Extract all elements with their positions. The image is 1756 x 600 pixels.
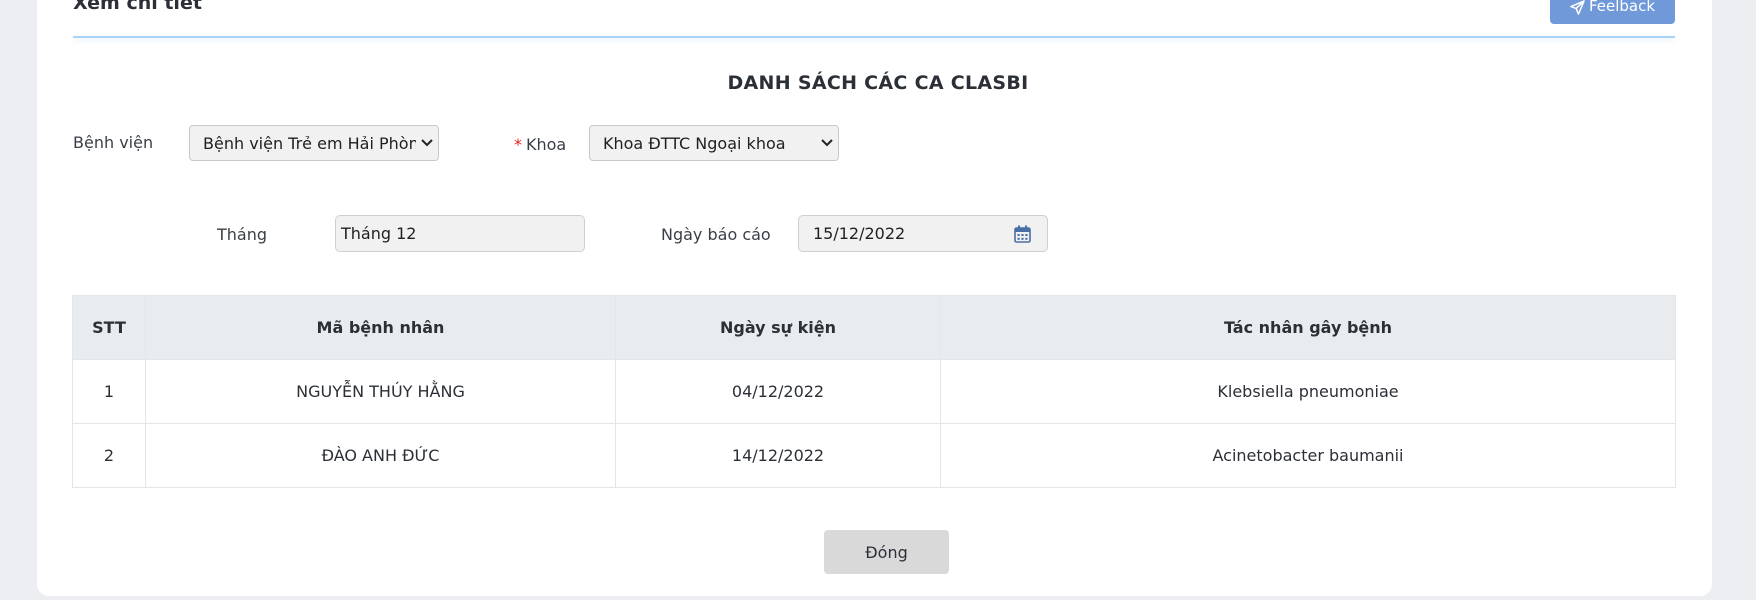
header-divider (73, 36, 1675, 38)
section-title: DANH SÁCH CÁC CA CLASBI (727, 72, 1029, 94)
department-select-value: Khoa ĐTTC Ngoại khoa (603, 133, 786, 153)
department-label: * Khoa (514, 135, 566, 154)
cell-event-date: 14/12/2022 (615, 423, 941, 488)
department-select[interactable]: Khoa ĐTTC Ngoại khoa (589, 125, 839, 161)
hospital-select[interactable]: Bệnh viện Trẻ em Hải Phòng (189, 125, 439, 161)
report-date-value: 15/12/2022 (813, 224, 906, 243)
cell-event-date: 04/12/2022 (615, 359, 941, 424)
page-title: Xem chi tiết (73, 0, 202, 14)
table-row: 2 ĐÀO ANH ĐỨC 14/12/2022 Acinetobacter b… (72, 423, 1676, 488)
cell-stt: 1 (72, 359, 146, 424)
chevron-down-icon (816, 139, 838, 147)
required-indicator: * (514, 135, 522, 154)
hospital-select-value: Bệnh viện Trẻ em Hải Phòng (203, 133, 416, 153)
table-row: 1 NGUYỄN THÚY HẰNG 04/12/2022 Klebsiella… (72, 359, 1676, 424)
cell-stt: 2 (72, 423, 146, 488)
column-header-stt: STT (72, 295, 146, 360)
calendar-icon[interactable] (1014, 225, 1031, 247)
table-header-row: STT Mã bệnh nhân Ngày sự kiện Tác nhân g… (72, 295, 1676, 360)
send-icon (1570, 0, 1585, 15)
column-header-pathogen: Tác nhân gây bệnh (940, 295, 1676, 360)
feedback-button-label: Feelback (1588, 0, 1656, 15)
cell-patient-code: NGUYỄN THÚY HẰNG (145, 359, 616, 424)
month-input[interactable]: Tháng 12 (335, 215, 585, 252)
cell-patient-code: ĐÀO ANH ĐỨC (145, 423, 616, 488)
department-label-text: Khoa (526, 135, 567, 154)
close-button[interactable]: Đóng (824, 530, 949, 574)
month-label: Tháng (217, 225, 268, 244)
feedback-button[interactable]: Feelback (1550, 0, 1675, 24)
column-header-event-date: Ngày sự kiện (615, 295, 941, 360)
chevron-down-icon (416, 139, 438, 147)
cell-pathogen: Acinetobacter baumanii (940, 423, 1676, 488)
cases-table: STT Mã bệnh nhân Ngày sự kiện Tác nhân g… (72, 295, 1676, 488)
report-date-input[interactable]: 15/12/2022 (798, 215, 1048, 252)
column-header-patient-code: Mã bệnh nhân (145, 295, 616, 360)
hospital-label: Bệnh viện (73, 133, 154, 152)
cell-pathogen: Klebsiella pneumoniae (940, 359, 1676, 424)
report-date-label: Ngày báo cáo (661, 225, 771, 244)
